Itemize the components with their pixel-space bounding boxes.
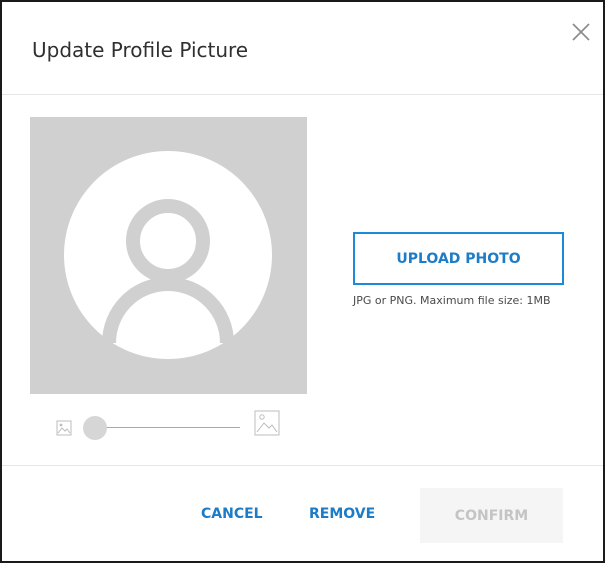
image-small-icon[interactable] xyxy=(56,420,72,436)
zoom-slider[interactable] xyxy=(52,407,284,441)
dialog-header: Update Profile Picture xyxy=(2,2,603,95)
dialog-footer: CANCEL REMOVE CONFIRM xyxy=(2,465,603,561)
image-large-icon[interactable] xyxy=(254,410,280,436)
remove-button[interactable]: REMOVE xyxy=(309,506,375,522)
upload-hint: JPG or PNG. Maximum file size: 1MB xyxy=(353,294,551,307)
zoom-thumb[interactable] xyxy=(83,416,107,440)
update-profile-picture-dialog: Update Profile Picture UPLOAD PHOTO JPG … xyxy=(0,0,605,563)
dialog-title: Update Profile Picture xyxy=(32,38,249,62)
close-icon[interactable] xyxy=(565,16,595,46)
upload-photo-button[interactable]: UPLOAD PHOTO xyxy=(353,232,564,285)
dialog-body: UPLOAD PHOTO JPG or PNG. Maximum file si… xyxy=(2,95,603,464)
zoom-track[interactable] xyxy=(96,427,240,428)
profile-picture-preview[interactable] xyxy=(30,117,307,394)
confirm-button[interactable]: CONFIRM xyxy=(420,488,563,543)
user-avatar-placeholder-icon xyxy=(64,151,272,359)
cancel-button[interactable]: CANCEL xyxy=(201,506,263,522)
